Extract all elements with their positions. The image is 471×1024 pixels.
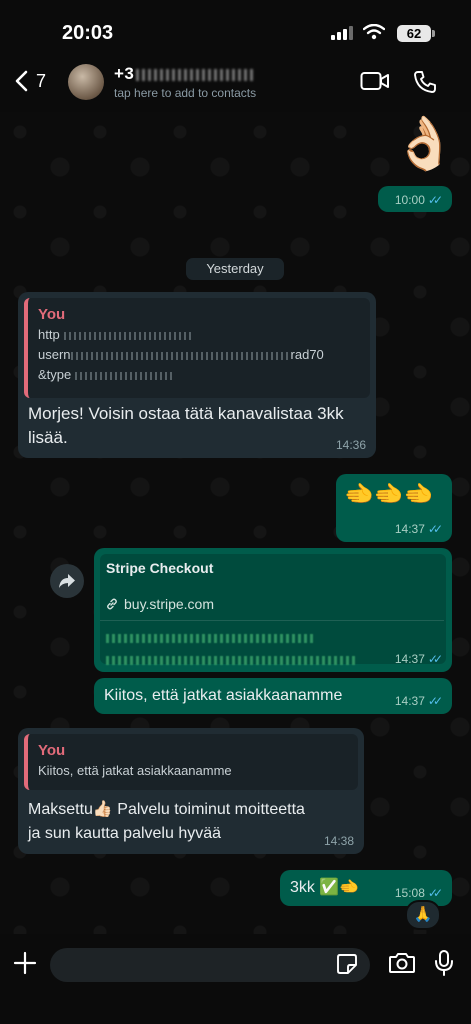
message-reaction[interactable]: 🙏 <box>405 900 441 930</box>
redacted-text <box>70 351 291 360</box>
message-bubble-outgoing[interactable]: Kiitos, että jatkat asiakkaanamme 14:37 ✓… <box>94 678 452 714</box>
quote-line-1: http <box>38 327 60 342</box>
contact-name: +3 <box>114 64 135 83</box>
forward-arrow-icon <box>59 574 75 588</box>
quote-line-2-end: rad70 <box>290 347 324 362</box>
message-bubble-incoming[interactable]: You http usern rad70 &type Morjes! Voisin… <box>18 292 376 458</box>
message-text: Maksettu👍🏻 Palvelu toiminut moitteetta j… <box>28 801 305 842</box>
contact-subtitle: tap here to add to contacts <box>114 86 257 100</box>
message-bubble-outgoing[interactable]: 10:00 ✓✓ <box>378 186 452 212</box>
link-preview-bubble[interactable]: Stripe Checkout buy.stripe.com 14:37 ✓✓ <box>94 548 452 672</box>
redacted-number <box>136 68 257 81</box>
video-call-icon[interactable] <box>360 70 390 92</box>
microphone-icon[interactable] <box>434 949 454 977</box>
quote-line-3: &type <box>38 367 72 382</box>
status-bar: 20:03 62 <box>0 0 471 56</box>
ok-hand-emoji: 👌🏻 <box>392 115 457 173</box>
quote-text: Kiitos, että jatkat asiakkaanamme <box>38 763 232 778</box>
battery-tip <box>432 30 435 37</box>
contact-info[interactable]: +3 tap here to add to contacts <box>114 64 257 100</box>
message-time: 14:37 <box>394 522 425 536</box>
message-time: 15:08 <box>394 886 425 900</box>
message-emoji: 🫲🫲🫲 <box>344 481 434 508</box>
read-receipt-icon: ✓✓ <box>427 694 443 708</box>
redacted-text <box>106 656 356 665</box>
message-bubble-outgoing[interactable]: 🫲🫲🫲 14:37 ✓✓ <box>336 474 452 542</box>
message-input[interactable] <box>50 948 370 982</box>
message-bubble-incoming[interactable]: You Kiitos, että jatkat asiakkaanamme Ma… <box>18 728 364 854</box>
quote-line-2: usern <box>38 347 71 362</box>
plus-icon[interactable] <box>12 950 38 976</box>
composer-bar <box>0 934 471 1024</box>
chevron-left-icon <box>15 70 28 92</box>
link-domain: buy.stripe.com <box>124 596 214 612</box>
read-receipt-icon: ✓✓ <box>427 886 443 900</box>
read-receipt-icon: ✓✓ <box>427 652 443 666</box>
cellular-signal-icon <box>331 26 353 40</box>
avatar[interactable] <box>68 64 104 100</box>
message-text: Kiitos, että jatkat asiakkaanamme <box>104 687 343 704</box>
phone-icon[interactable] <box>413 70 437 94</box>
message-time: 14:38 <box>323 834 354 848</box>
unread-count: 7 <box>36 70 47 91</box>
chat-header: 7 +3 tap here to add to contacts <box>0 56 471 112</box>
quote-sender: You <box>38 306 66 323</box>
back-button[interactable]: 7 <box>14 70 46 92</box>
message-time: 14:36 <box>335 438 366 452</box>
message-text: 3kk ✅🫲 <box>290 879 360 896</box>
message-time: 14:37 <box>394 652 425 666</box>
redacted-text <box>63 331 194 340</box>
sticker-icon[interactable] <box>336 953 358 975</box>
forward-button[interactable] <box>50 564 84 598</box>
camera-icon[interactable] <box>388 951 416 975</box>
quoted-message[interactable]: You http usern rad70 &type <box>24 298 370 398</box>
quote-sender: You <box>38 742 66 759</box>
status-time: 20:03 <box>62 22 114 44</box>
chat-area[interactable]: 👌🏻 10:00 ✓✓ Yesterday You http usern rad70… <box>0 112 471 934</box>
link-icon <box>107 598 117 610</box>
wifi-icon <box>363 24 385 40</box>
redacted-text <box>106 634 316 643</box>
link-title: Stripe Checkout <box>106 560 214 576</box>
message-text: Morjes! Voisin ostaa tätä kanavalistaa 3… <box>28 404 344 447</box>
date-divider: Yesterday <box>186 258 284 280</box>
quoted-message[interactable]: You Kiitos, että jatkat asiakkaanamme <box>24 734 358 790</box>
read-receipt-icon: ✓✓ <box>427 522 443 536</box>
link-preview-card[interactable]: Stripe Checkout buy.stripe.com <box>100 554 446 665</box>
read-receipt-icon: ✓✓ <box>427 193 443 207</box>
redacted-text <box>75 371 176 380</box>
battery-indicator: 62 <box>397 25 431 42</box>
message-time: 10:00 <box>394 193 425 207</box>
message-time: 14:37 <box>394 694 425 708</box>
